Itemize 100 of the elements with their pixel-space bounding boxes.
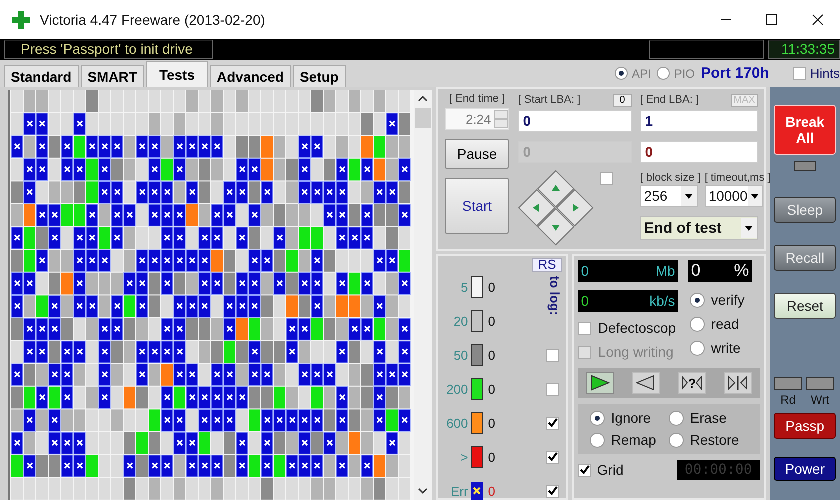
passport-button[interactable]: Passp <box>774 413 836 439</box>
speed-readout: 0 kb/s <box>578 290 678 312</box>
legend-count: 0 <box>488 416 497 430</box>
legend-label: 5 <box>460 280 468 294</box>
caret-icon <box>745 226 754 230</box>
radio-button[interactable] <box>669 410 684 426</box>
close-icon[interactable] <box>812 14 824 26</box>
scrollbar-thumb[interactable] <box>415 108 432 128</box>
legend-count: 0 <box>488 348 497 362</box>
radio-button[interactable] <box>590 432 606 448</box>
read-indicator-lamp <box>774 377 802 390</box>
tab[interactable]: Setup <box>292 65 346 87</box>
checkbox[interactable] <box>578 322 592 334</box>
write-indicator-lamp <box>806 377 834 390</box>
maximize-icon[interactable] <box>766 14 778 26</box>
checkbox-label: Hints <box>810 66 840 81</box>
break-all-button[interactable]: Break All <box>774 105 836 155</box>
reverse-icon <box>636 375 656 391</box>
radio-label: Ignore <box>611 410 651 426</box>
field-label: [ timeout,ms ] <box>704 172 771 184</box>
scroll-down-icon[interactable] <box>417 486 430 496</box>
indicator-label: Rd <box>780 393 796 407</box>
checkbox[interactable] <box>793 67 806 80</box>
left-triangle-icon <box>696 376 702 390</box>
legend-count: 0 <box>488 382 497 396</box>
indicator-label: Wrt <box>811 393 830 407</box>
field-label: [ Start LBA: ] <box>518 94 581 106</box>
end-action-dropdown[interactable]: End of test <box>640 216 758 240</box>
megabytes-readout: 0 Mb <box>578 260 678 282</box>
direction-button[interactable]: ? <box>678 372 706 394</box>
plus-icon <box>12 10 30 28</box>
checkbox-label: Long writing <box>598 344 674 360</box>
checkbox[interactable] <box>600 172 614 185</box>
reset-lba-button[interactable]: 0 <box>612 94 632 106</box>
radio-button[interactable] <box>669 432 684 448</box>
legend-label: 20 <box>452 314 468 328</box>
radio-label: write <box>711 340 741 356</box>
radio-label: API <box>632 66 652 80</box>
legend-count: 0 <box>488 314 497 328</box>
checkbox[interactable] <box>546 382 560 396</box>
skip-end-icon <box>728 375 748 391</box>
window-title: Victoria 4.47 Freeware (2013-02-20) <box>40 12 266 28</box>
radio-button[interactable] <box>690 340 706 356</box>
checkbox[interactable] <box>546 484 560 498</box>
checkbox-label: Defectoscop <box>598 320 676 336</box>
radio-label: PIO <box>674 66 696 80</box>
end-lba-field[interactable]: 1 <box>640 110 758 132</box>
legend-count: 0 <box>488 484 497 498</box>
error-lba-field[interactable]: 0 <box>640 141 758 163</box>
radio-label: read <box>711 316 740 332</box>
start-button[interactable]: Start <box>445 178 510 234</box>
checkbox-label: Grid <box>597 462 624 478</box>
checkbox[interactable] <box>578 464 592 476</box>
tab[interactable]: Tests <box>146 61 208 87</box>
radio-button[interactable] <box>690 316 706 332</box>
radio-label: verify <box>711 292 745 308</box>
legend-label: 50 <box>452 348 468 362</box>
direction-button[interactable] <box>632 372 660 394</box>
field-label: [ End LBA: ] <box>640 94 699 106</box>
timeout-dropdown[interactable]: 10000 <box>704 185 763 207</box>
to-log-label: to log: <box>546 276 562 316</box>
legend-label: > <box>460 450 468 464</box>
legend-label: 600 <box>446 416 468 430</box>
status-message: Press 'Passport' to init drive <box>4 40 214 59</box>
caret-icon <box>750 194 759 198</box>
checkbox[interactable] <box>546 450 560 464</box>
play-icon <box>590 375 610 391</box>
rs-button[interactable]: RS <box>532 258 562 272</box>
caret-icon <box>685 194 694 198</box>
right-triangle-icon <box>682 376 688 390</box>
scroll-up-icon[interactable] <box>417 94 430 104</box>
block-size-dropdown[interactable]: 256 <box>640 185 698 207</box>
checkbox[interactable] <box>546 416 560 430</box>
radio-label: Erase <box>690 410 727 426</box>
field-label: [ block size ] <box>640 172 701 184</box>
radio-button[interactable] <box>690 292 706 308</box>
pause-button[interactable]: Pause <box>445 139 510 169</box>
reset-button[interactable]: Reset <box>774 293 836 319</box>
tab[interactable]: Advanced <box>210 65 291 87</box>
indicator-lamp <box>794 161 816 171</box>
timer-display: 00:00:00 <box>676 460 760 480</box>
checkbox[interactable] <box>546 348 560 362</box>
legend-label: 200 <box>446 382 468 396</box>
legend-label: Err <box>450 484 468 498</box>
radio-button[interactable] <box>590 410 606 426</box>
field-label: [ End time ] <box>449 93 506 105</box>
radio-label: Restore <box>690 432 740 448</box>
direction-pad[interactable] <box>518 170 594 246</box>
port-label: Port 170h <box>701 65 770 82</box>
direction-button[interactable] <box>724 372 752 394</box>
start-lba-field[interactable]: 0 <box>518 110 632 132</box>
radio-label: Remap <box>611 432 656 448</box>
tab[interactable]: Standard <box>4 65 79 87</box>
percent-readout: 0 % <box>688 260 752 282</box>
direction-button[interactable] <box>586 372 614 394</box>
tab[interactable]: SMART <box>80 65 144 87</box>
clock: 11:33:35 <box>768 40 840 59</box>
legend-count: 0 <box>488 280 497 294</box>
power-button[interactable]: Power <box>774 457 836 481</box>
legend-count: 0 <box>488 450 497 464</box>
